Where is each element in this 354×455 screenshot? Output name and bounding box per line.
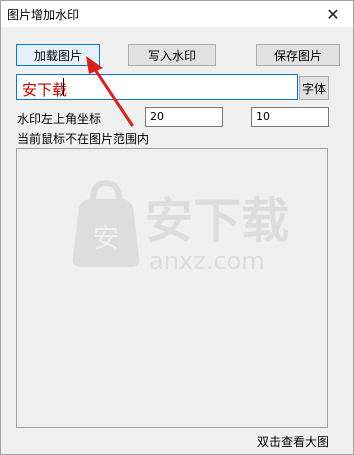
close-icon[interactable]: ✕	[313, 1, 353, 27]
mouse-status-text: 当前鼠标不在图片范围内	[17, 132, 150, 146]
coord-y-input[interactable]: 10	[251, 107, 329, 127]
coord-x-input[interactable]: 20	[145, 107, 223, 127]
logo-text: 安下载	[145, 193, 289, 249]
watermark-text-input[interactable]: 安下载	[16, 74, 298, 100]
double-click-hint: 双击查看大图	[256, 435, 329, 449]
title-bar: 图片增加水印 ✕	[1, 1, 353, 27]
load-image-button[interactable]: 加载图片	[16, 44, 100, 66]
write-watermark-button[interactable]: 写入水印	[128, 44, 216, 66]
watermark-logo: 安 安下载 anxz.com	[72, 179, 289, 275]
font-button[interactable]: 字体	[299, 76, 329, 100]
window-title: 图片增加水印	[7, 8, 80, 22]
image-preview-area[interactable]: 安 安下载 anxz.com	[16, 148, 328, 428]
logo-mark-char: 安	[93, 224, 119, 254]
save-image-button[interactable]: 保存图片	[256, 44, 340, 66]
text-caret	[63, 78, 64, 96]
coord-label: 水印左上角坐标	[17, 112, 102, 126]
logo-domain: anxz.com	[149, 247, 265, 275]
